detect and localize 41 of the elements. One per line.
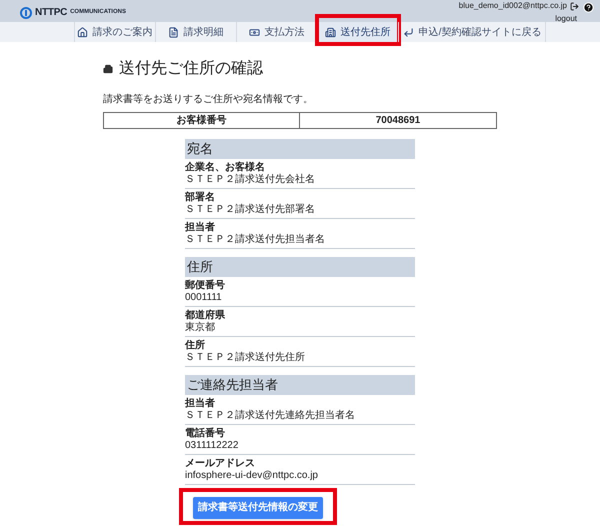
table-cell: お客様番号 [104, 113, 300, 128]
change-button[interactable]: 請求書等送付先情報の変更 [193, 496, 323, 518]
banknote-icon [248, 26, 260, 38]
field-value: ＳＴＥＰ２請求送付先部署名 [185, 204, 415, 219]
section-header: 住所 [185, 257, 415, 277]
field-label: 郵便番号 [185, 280, 226, 291]
field-value: ＳＴＥＰ２請求送付先担当者名 [185, 234, 415, 249]
field-label: 担当者 [185, 222, 216, 233]
user-email: blue_demo_id002@nttpc.co.jp [458, 1, 567, 11]
field-label: メールアドレス [185, 458, 256, 469]
field-label: 住所 [185, 340, 206, 351]
field-label: 担当者 [185, 398, 216, 409]
field-label: 電話番号 [185, 428, 226, 439]
field-value: 0311112222 [185, 440, 415, 455]
logout-link[interactable]: logout [555, 14, 577, 24]
field-value: 0001111 [185, 292, 415, 307]
field-value: ＳＴＥＰ２請求送付先会社名 [185, 174, 415, 189]
section-header: 宛名 [185, 139, 415, 159]
home-icon [76, 26, 88, 38]
field-value: ＳＴＥＰ２請求送付先連絡先担当者名 [185, 410, 415, 425]
back-link[interactable]: 申込/契約確認サイトに戻る [398, 22, 546, 42]
nav-tab[interactable]: 送付先住所 [318, 22, 398, 42]
page-description: 請求書等をお送りするご住所や宛名情報です。 [103, 94, 314, 106]
logout-icon[interactable] [570, 2, 579, 10]
field-value: ＳＴＥＰ２請求送付先住所 [185, 352, 415, 367]
nav-tab[interactable]: 請求のご案内 [74, 22, 155, 42]
field-label: 都道府県 [185, 310, 226, 321]
help-icon[interactable] [583, 2, 594, 13]
section-header: ご連絡先担当者 [185, 375, 415, 395]
return-arrow-icon [402, 26, 414, 38]
document-icon [168, 26, 179, 38]
nav-tab[interactable]: 請求明細 [156, 22, 236, 42]
field-value: infosphere-ui-dev@nttpc.co.jp [185, 470, 415, 485]
field-label: 部署名 [185, 192, 216, 203]
logo-icon [20, 6, 32, 18]
field-label: 企業名、お客様名 [185, 162, 266, 173]
logo-brand: NTTPC [35, 6, 68, 20]
field-value: 東京都 [185, 322, 415, 337]
table-cell-text: 70048691 [374, 114, 422, 128]
nav-tab[interactable]: 支払方法 [236, 22, 317, 42]
page-title: 送付先ご住所の確認 [119, 59, 263, 79]
